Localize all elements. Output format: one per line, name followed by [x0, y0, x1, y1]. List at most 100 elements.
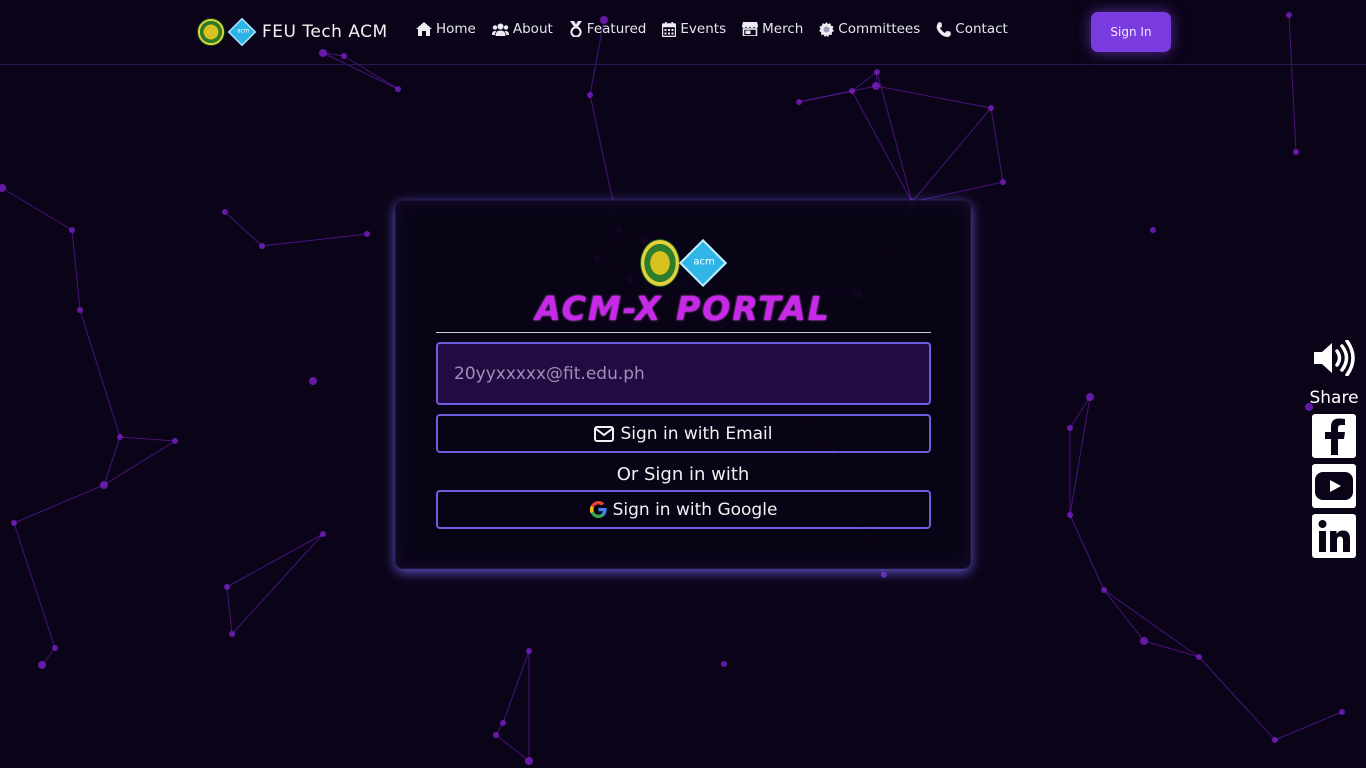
sign-in-email-button[interactable]: Sign in with Email — [436, 414, 931, 453]
youtube-share-button[interactable] — [1312, 464, 1356, 508]
store-icon — [742, 22, 759, 36]
nav-featured-label: Featured — [586, 21, 647, 37]
acm-chapter-logo: acm — [678, 238, 728, 288]
network-line — [1198, 656, 1276, 741]
navbar: acm FEU Tech ACM Home About Featured Eve… — [0, 0, 1366, 65]
network-line — [1, 187, 73, 231]
network-line — [119, 436, 176, 442]
brand[interactable]: acm FEU Tech ACM — [197, 15, 388, 49]
network-line — [226, 533, 324, 588]
network-node — [320, 531, 326, 537]
side-panel: Share — [1308, 339, 1360, 564]
facebook-share-button[interactable] — [1312, 414, 1356, 458]
network-line — [851, 90, 913, 203]
network-line — [13, 522, 56, 649]
network-line — [1103, 589, 1200, 658]
network-node — [849, 88, 855, 94]
calendar-icon — [662, 21, 677, 37]
portal-title: ACM-X PORTAL — [535, 289, 831, 328]
nav-merch-label: Merch — [762, 21, 804, 37]
network-line — [1069, 396, 1091, 516]
network-node — [587, 92, 593, 98]
network-node — [525, 757, 533, 765]
volume-icon — [1314, 339, 1355, 377]
network-line — [226, 586, 233, 635]
network-line — [261, 233, 368, 247]
network-node — [364, 231, 370, 237]
sign-in-google-label: Sign in with Google — [612, 499, 778, 520]
login-card: acm ACM-X PORTAL Sign in with Email Or S… — [395, 200, 971, 569]
acm-chapter-logo: acm — [227, 17, 257, 47]
network-node — [52, 645, 58, 651]
network-line — [13, 484, 105, 524]
linkedin-share-button[interactable] — [1312, 514, 1356, 558]
network-node — [11, 520, 17, 526]
nav-featured[interactable]: Featured — [569, 21, 647, 37]
network-node — [222, 209, 228, 215]
network-node — [1272, 737, 1278, 743]
phone-icon — [936, 21, 952, 37]
network-line — [495, 734, 530, 762]
network-node — [1086, 393, 1094, 401]
network-node — [526, 648, 532, 654]
nav-links: Home About Featured Events Merch Committ… — [416, 21, 1024, 37]
network-node — [1140, 637, 1148, 645]
network-node — [1339, 709, 1345, 715]
medal-icon — [569, 21, 582, 37]
card-logos: acm — [640, 238, 728, 288]
users-icon — [491, 23, 509, 36]
network-node — [881, 572, 887, 578]
nav-home[interactable]: Home — [416, 21, 476, 37]
network-node — [100, 481, 108, 489]
network-node — [1150, 227, 1156, 233]
network-node — [259, 243, 265, 249]
network-node — [309, 377, 317, 385]
network-line — [1069, 514, 1105, 591]
nav-contact[interactable]: Contact — [936, 21, 1008, 37]
network-node — [493, 732, 499, 738]
gear-icon — [819, 21, 835, 37]
network-node — [1196, 654, 1202, 660]
network-node — [0, 184, 6, 192]
sound-toggle[interactable] — [1312, 339, 1356, 380]
feu-tech-seal-logo — [197, 18, 225, 46]
network-line — [103, 440, 176, 486]
network-node — [38, 661, 46, 669]
title-divider — [436, 332, 931, 333]
network-node — [1293, 149, 1299, 155]
nav-about[interactable]: About — [491, 21, 553, 37]
network-node — [117, 434, 123, 440]
nav-events-label: Events — [680, 21, 727, 37]
network-line — [875, 85, 992, 109]
share-label: Share — [1309, 388, 1359, 408]
network-node — [874, 69, 880, 75]
network-line — [911, 107, 992, 203]
google-icon — [589, 501, 607, 518]
network-line — [798, 85, 877, 103]
nav-contact-label: Contact — [955, 21, 1008, 37]
nav-about-label: About — [512, 21, 553, 37]
network-node — [1067, 425, 1073, 431]
network-line — [71, 229, 81, 311]
nav-events[interactable]: Events — [662, 21, 726, 37]
email-input[interactable] — [436, 342, 931, 405]
sign-in-button[interactable]: Sign In — [1091, 12, 1171, 52]
sign-in-google-button[interactable]: Sign in with Google — [436, 490, 931, 529]
nav-committees-label: Committees — [838, 21, 921, 37]
network-node — [229, 631, 235, 637]
network-line — [1103, 589, 1145, 642]
home-icon — [416, 22, 432, 36]
nav-merch[interactable]: Merch — [742, 21, 803, 37]
feu-tech-seal-logo — [640, 239, 680, 287]
network-node — [224, 584, 230, 590]
or-sign-in-text: Or Sign in with — [616, 464, 750, 485]
network-node — [395, 86, 401, 92]
network-node — [872, 82, 880, 90]
envelope-icon — [594, 425, 615, 442]
network-node — [796, 99, 802, 105]
network-node — [500, 720, 506, 726]
network-line — [990, 107, 1004, 183]
network-node — [721, 661, 727, 667]
nav-committees[interactable]: Committees — [819, 21, 920, 37]
network-node — [1000, 179, 1006, 185]
